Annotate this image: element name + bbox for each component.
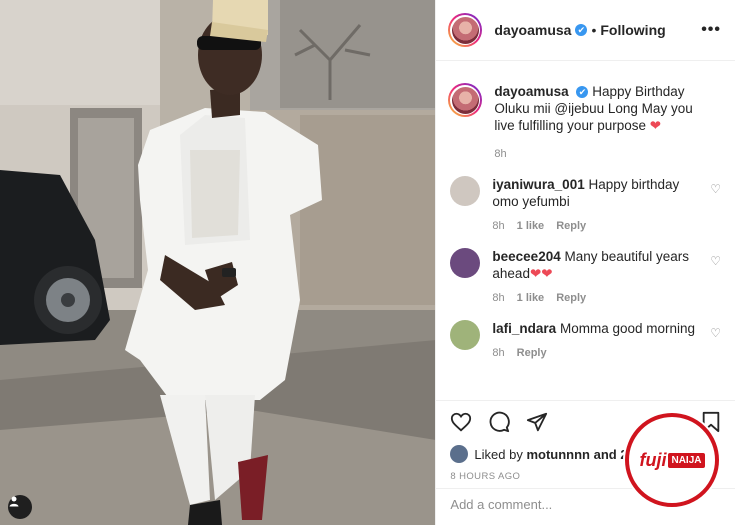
caption: dayoamusa ✔ Happy Birthday Oluku mii @ij… xyxy=(448,83,719,160)
like-comment-heart-icon[interactable]: ♡ xyxy=(710,182,721,196)
watermark-fuji: fuji xyxy=(639,449,667,470)
post-sidebar: dayoamusa ✔ • Following ••• dayoamusa ✔ … xyxy=(435,0,735,525)
liker-avatar[interactable] xyxy=(450,445,469,463)
poster-username[interactable]: dayoamusa xyxy=(494,22,571,38)
comment-likes[interactable]: 1 like xyxy=(517,292,545,304)
like-heart-icon[interactable] xyxy=(450,411,472,438)
liker-username[interactable]: motunnnn xyxy=(526,447,590,462)
caption-avatar[interactable] xyxy=(448,83,483,117)
watermark-naija: NAIJA xyxy=(668,452,705,468)
comment-username[interactable]: beecee204 xyxy=(492,249,560,264)
reply-button[interactable]: Reply xyxy=(556,292,586,304)
comment-meta: 8h Reply xyxy=(492,347,702,359)
following-button[interactable]: Following xyxy=(600,22,665,38)
comment-username[interactable]: iyaniwura_001 xyxy=(492,177,584,192)
reply-button[interactable]: Reply xyxy=(517,347,547,359)
comment-text-block: lafi_ndara Momma good morning xyxy=(492,320,702,337)
instagram-post-view: dayoamusa ✔ • Following ••• dayoamusa ✔ … xyxy=(0,0,735,525)
heart-emoji: ❤❤ xyxy=(529,266,553,281)
comment-item: iyaniwura_001 Happy birthday omo yefumbi… xyxy=(448,176,721,232)
comment-time[interactable]: 8h xyxy=(492,292,504,304)
comment-time[interactable]: 8h xyxy=(492,220,504,232)
like-comment-heart-icon[interactable]: ♡ xyxy=(710,326,721,340)
comment-meta: 8h 1 like Reply xyxy=(492,292,702,304)
verified-badge-icon: ✔ xyxy=(576,86,589,98)
comments-list[interactable]: dayoamusa ✔ Happy Birthday Oluku mii @ij… xyxy=(436,61,735,401)
post-photo[interactable] xyxy=(0,0,436,525)
commenter-avatar[interactable] xyxy=(450,248,481,278)
post-header: dayoamusa ✔ • Following ••• xyxy=(436,0,735,61)
commenter-avatar[interactable] xyxy=(450,176,481,206)
separator-dot: • xyxy=(591,22,597,38)
comment-text: Momma good morning xyxy=(559,321,696,336)
commenter-avatar[interactable] xyxy=(450,320,481,350)
caption-meta: 8h xyxy=(494,148,704,160)
comment-time[interactable]: 8h xyxy=(492,347,504,359)
verified-badge-icon: ✔ xyxy=(575,24,588,36)
comment-item: beecee204 Many beautiful years ahead❤❤ 8… xyxy=(448,248,721,304)
tagged-user-icon[interactable] xyxy=(8,495,32,519)
comment-username[interactable]: lafi_ndara xyxy=(492,321,556,336)
heart-emoji: ❤ xyxy=(649,118,662,133)
caption-text-block: dayoamusa ✔ Happy Birthday Oluku mii @ij… xyxy=(494,83,704,134)
caption-username[interactable]: dayoamusa xyxy=(494,84,568,99)
more-options-icon[interactable]: ••• xyxy=(701,21,721,39)
share-send-icon[interactable] xyxy=(526,411,548,438)
comment-item: lafi_ndara Momma good morning 8h Reply ♡ xyxy=(448,320,721,359)
like-comment-heart-icon[interactable]: ♡ xyxy=(710,254,721,268)
comment-bubble-icon[interactable] xyxy=(488,411,511,438)
comment-text-block: iyaniwura_001 Happy birthday omo yefumbi xyxy=(492,176,702,210)
comment-meta: 8h 1 like Reply xyxy=(492,220,702,232)
photo-illustration xyxy=(0,0,436,525)
caption-time[interactable]: 8h xyxy=(494,148,506,160)
poster-avatar[interactable] xyxy=(448,13,483,47)
comment-likes[interactable]: 1 like xyxy=(517,220,545,232)
liked-by-prefix: Liked by xyxy=(474,446,523,462)
comment-text-block: beecee204 Many beautiful years ahead❤❤ xyxy=(492,248,702,282)
watermark-logo: fuji NAIJA xyxy=(625,413,719,507)
reply-button[interactable]: Reply xyxy=(556,220,586,232)
